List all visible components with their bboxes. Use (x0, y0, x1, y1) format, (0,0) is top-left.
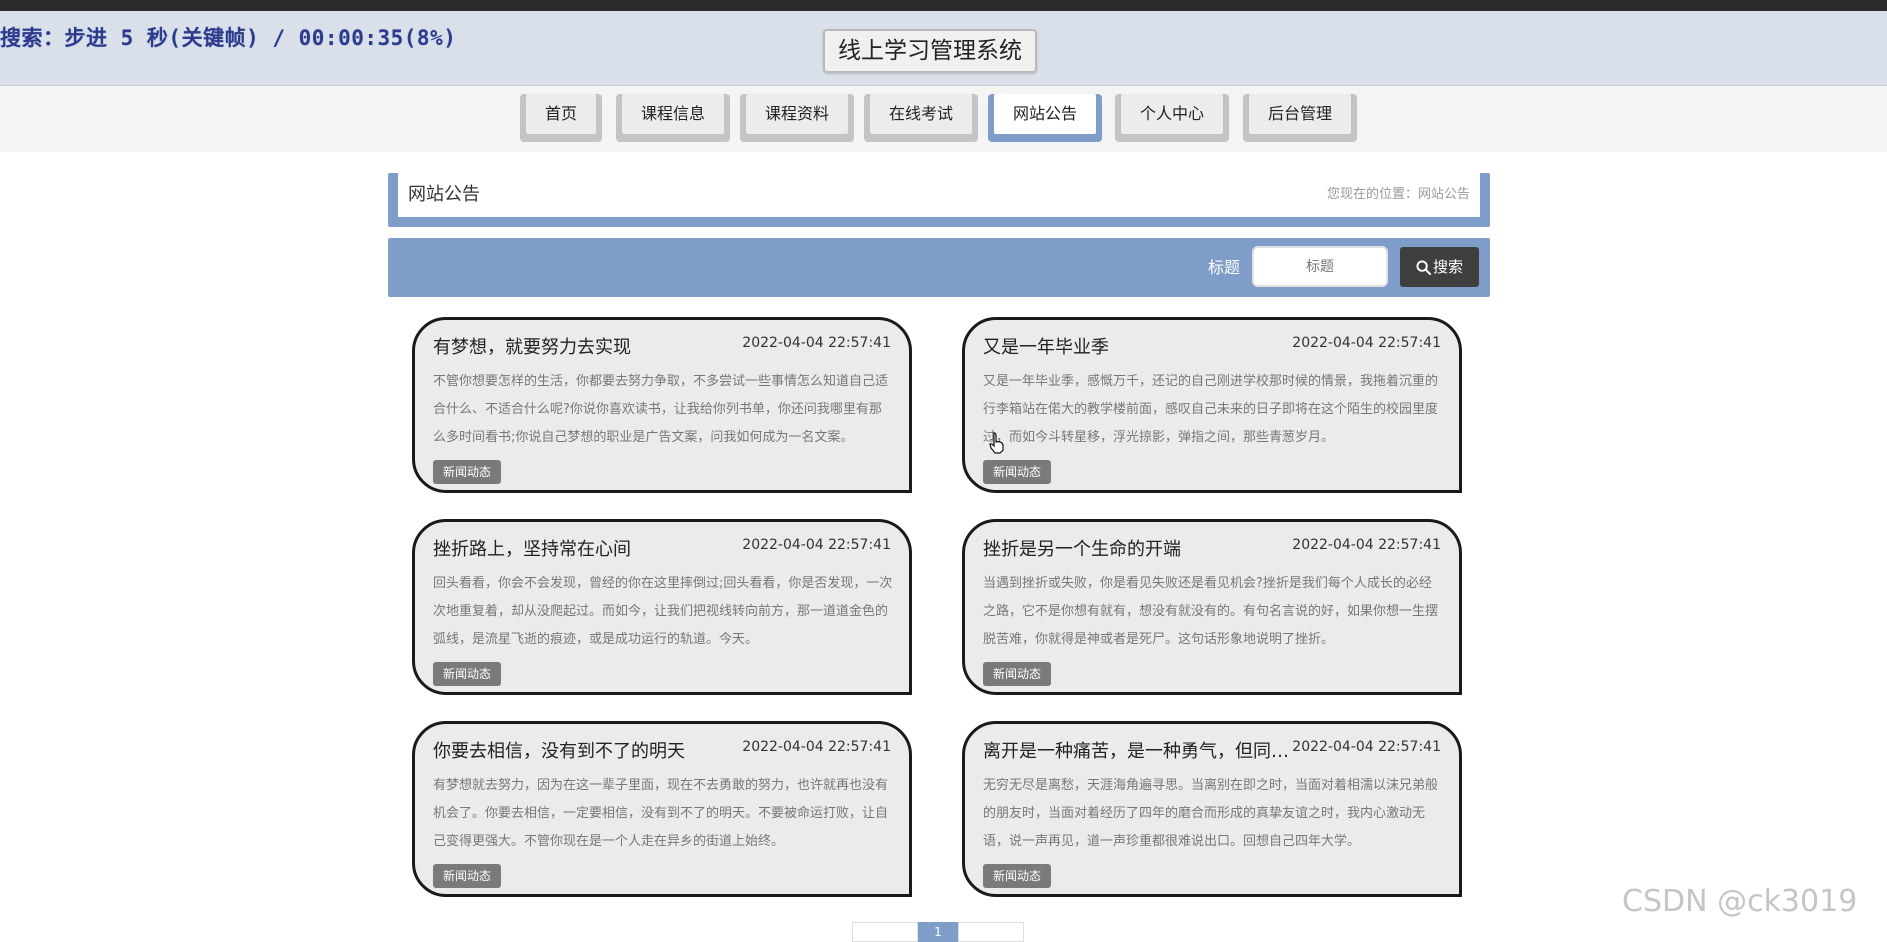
card-summary: 无穷无尽是离愁，天涯海角遍寻思。当离别在即之时，当面对着相濡以沫兄弟般的朋友时，… (983, 778, 1439, 849)
card-date: 2022-04-04 22:57:41 (1292, 335, 1441, 351)
nav-label: 个人中心 (1121, 94, 1223, 134)
card-date: 2022-04-04 22:57:41 (1292, 739, 1441, 755)
announcement-card[interactable]: 你要去相信，没有到不了的明天 2022-04-04 22:57:41 有梦想就去… (412, 721, 912, 897)
nav-label: 网站公告 (994, 94, 1096, 134)
card-title: 挫折是另一个生命的开端 (983, 539, 1181, 560)
nav-item-announcements[interactable]: 网站公告 (988, 94, 1102, 142)
player-overlay-text: 搜索：步进 5 秒(关键帧) / 00:00:35(8%) (0, 26, 457, 50)
search-button-label: 搜索 (1432, 258, 1463, 276)
announcement-card[interactable]: 挫折路上，坚持常在心间 2022-04-04 22:57:41 回头看看，你会不… (412, 519, 912, 695)
nav-item-personal-center[interactable]: 个人中心 (1115, 94, 1229, 142)
nav-item-course-info[interactable]: 课程信息 (616, 94, 730, 142)
nav-item-admin[interactable]: 后台管理 (1243, 94, 1357, 142)
card-title: 又是一年毕业季 (983, 337, 1109, 358)
pager-prev-button[interactable] (852, 922, 918, 942)
page-title: 网站公告 (408, 184, 480, 205)
search-label: 标题 (1208, 258, 1241, 277)
search-input[interactable] (1252, 246, 1388, 287)
card-tag[interactable]: 新闻动态 (983, 662, 1052, 686)
watermark: CSDN @ck3019 (1622, 884, 1858, 919)
card-tag[interactable]: 新闻动态 (433, 460, 502, 484)
breadcrumb-inner: 网站公告 您现在的位置：网站公告 (398, 173, 1480, 217)
card-summary: 当遇到挫折或失败，你是看见失败还是看见机会?挫折是我们每个人成长的必经之路，它不… (983, 576, 1439, 647)
search-icon (1416, 260, 1432, 276)
card-title: 有梦想，就要努力去实现 (433, 337, 631, 358)
top-strip (0, 0, 1887, 11)
mouse-cursor-icon (989, 432, 1004, 454)
card-tag[interactable]: 新闻动态 (983, 864, 1052, 888)
nav-item-home[interactable]: 首页 (520, 94, 602, 142)
pager-next-button[interactable] (958, 922, 1024, 942)
nav-label: 首页 (526, 94, 596, 134)
pager-current-page[interactable]: 1 (918, 922, 958, 942)
nav-label: 在线考试 (870, 94, 972, 134)
card-date: 2022-04-04 22:57:41 (742, 537, 891, 553)
nav-label: 后台管理 (1249, 94, 1351, 134)
nav-label: 课程信息 (622, 94, 724, 134)
card-tag[interactable]: 新闻动态 (433, 662, 502, 686)
card-title: 你要去相信，没有到不了的明天 (433, 741, 685, 762)
nav-label: 课程资料 (746, 94, 848, 134)
card-date: 2022-04-04 22:57:41 (742, 739, 891, 755)
search-button[interactable]: 搜索 (1400, 247, 1479, 287)
site-title: 线上学习管理系统 (823, 29, 1037, 73)
nav-item-course-materials[interactable]: 课程资料 (740, 94, 854, 142)
card-summary: 回头看看，你会不会发现，曾经的你在这里摔倒过;回头看看，你是否发现，一次次地重复… (433, 576, 893, 647)
card-title: 挫折路上，坚持常在心间 (433, 539, 631, 560)
card-date: 2022-04-04 22:57:41 (1292, 537, 1441, 553)
announcement-card[interactable]: 挫折是另一个生命的开端 2022-04-04 22:57:41 当遇到挫折或失败… (962, 519, 1462, 695)
announcement-card[interactable]: 又是一年毕业季 2022-04-04 22:57:41 又是一年毕业季，感慨万千… (962, 317, 1462, 493)
card-title: 离开是一种痛苦，是一种勇气，但同样也是一个考验 (983, 741, 1303, 762)
card-tag[interactable]: 新闻动态 (983, 460, 1052, 484)
nav-item-online-exam[interactable]: 在线考试 (864, 94, 978, 142)
card-summary: 有梦想就去努力，因为在这一辈子里面，现在不去勇敢的努力，也许就再也没有机会了。你… (433, 778, 889, 849)
announcement-card[interactable]: 有梦想，就要努力去实现 2022-04-04 22:57:41 不管你想要怎样的… (412, 317, 912, 493)
breadcrumb-location: 您现在的位置：网站公告 (1326, 187, 1470, 202)
card-date: 2022-04-04 22:57:41 (742, 335, 891, 351)
card-summary: 又是一年毕业季，感慨万千，还记的自己刚进学校那时候的情景，我拖着沉重的行李箱站在… (983, 374, 1439, 445)
breadcrumb: 网站公告 您现在的位置：网站公告 (388, 173, 1490, 227)
card-summary: 不管你想要怎样的生活，你都要去努力争取，不多尝试一些事情怎么知道自己适合什么、不… (433, 374, 889, 445)
card-tag[interactable]: 新闻动态 (433, 864, 502, 888)
announcement-card[interactable]: 离开是一种痛苦，是一种勇气，但同样也是一个考验 2022-04-04 22:57… (962, 721, 1462, 897)
search-bar: 标题 搜索 (388, 238, 1490, 297)
